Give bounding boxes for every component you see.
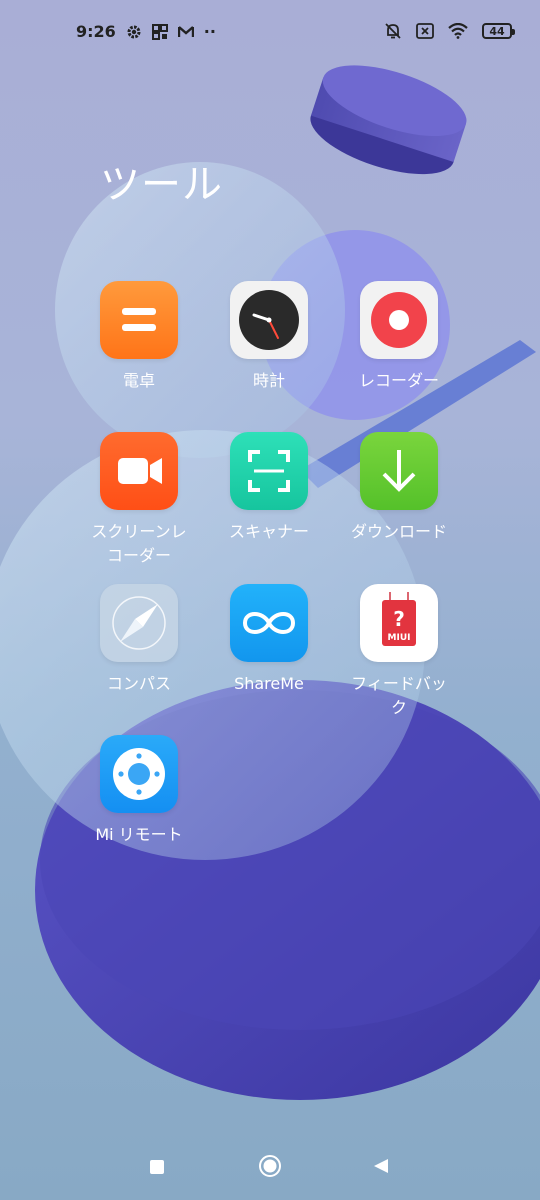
app-shareme[interactable]: ShareMe	[204, 584, 334, 696]
svg-text:?: ?	[393, 607, 405, 631]
wifi-icon	[448, 23, 468, 39]
app-recorder[interactable]: レコーダー	[334, 281, 464, 393]
recents-button[interactable]	[150, 1154, 164, 1174]
app-mi-remote[interactable]: Mi リモート	[74, 735, 204, 847]
sim-off-icon	[416, 23, 434, 39]
battery-icon: 44	[482, 23, 515, 39]
home-button[interactable]	[258, 1154, 282, 1182]
app-label: 電卓	[122, 371, 155, 390]
download-icon	[360, 432, 438, 510]
gear-icon	[127, 25, 141, 38]
app-label: スクリーンレコーダー	[91, 522, 187, 565]
status-right: 44	[384, 22, 515, 40]
app-screen-recorder[interactable]: スクリーンレコーダー	[74, 432, 204, 568]
battery-level: 44	[489, 24, 505, 38]
app-label: フィードバック	[351, 674, 447, 717]
app-label: レコーダー	[358, 371, 439, 390]
bell-off-icon	[385, 23, 401, 39]
status-bar: 9:26 ·· 44	[0, 0, 540, 66]
nav-bar	[0, 1140, 540, 1196]
more-dots-icon: ··	[203, 22, 216, 41]
compass-icon	[100, 584, 178, 662]
app-label: ShareMe	[234, 674, 304, 693]
app-label: ダウンロード	[350, 522, 447, 541]
app-label: スキャナー	[228, 522, 309, 541]
feedback-badge-text: MIUI	[387, 633, 411, 643]
square-icon	[150, 1160, 164, 1174]
mail-icon	[177, 25, 194, 37]
app-label: Mi リモート	[95, 825, 183, 844]
app-feedback[interactable]: ? MIUI フィードバック	[334, 584, 464, 720]
app-download[interactable]: ダウンロード	[334, 432, 464, 544]
feedback-icon: ? MIUI	[360, 584, 438, 662]
app-scanner[interactable]: スキャナー	[204, 432, 334, 544]
back-triangle-icon	[374, 1159, 388, 1173]
screen-recorder-icon	[100, 432, 178, 510]
scanner-icon	[230, 432, 308, 510]
shareme-icon	[230, 584, 308, 662]
home-circle-icon	[259, 1155, 281, 1177]
status-time: 9:26	[76, 22, 116, 41]
app-calculator[interactable]: 電卓	[74, 281, 204, 393]
app-label: コンパス	[106, 674, 171, 693]
mi-remote-icon	[100, 735, 178, 813]
status-left: 9:26 ··	[76, 22, 216, 41]
folder-title[interactable]: ツール	[100, 152, 223, 210]
grid-icon	[151, 23, 168, 40]
clock-icon	[230, 281, 308, 359]
recorder-icon	[360, 281, 438, 359]
calculator-icon	[100, 281, 178, 359]
app-label: 時計	[252, 371, 285, 390]
app-compass[interactable]: コンパス	[74, 584, 204, 696]
app-clock[interactable]: 時計	[204, 281, 334, 393]
back-button[interactable]	[372, 1154, 390, 1182]
